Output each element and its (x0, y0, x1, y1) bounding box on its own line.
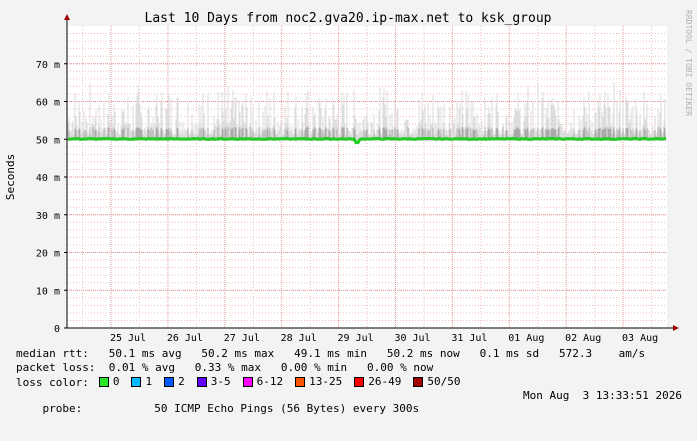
loss-color-swatch (164, 376, 175, 387)
y-tick-label: 30 m (36, 211, 60, 222)
loss-color-swatch (242, 376, 253, 387)
y-tick-label: 60 m (36, 98, 60, 109)
loss-color-swatch (196, 376, 207, 387)
grid (67, 26, 667, 328)
loss-color-range: 3-5 (210, 375, 231, 388)
loss-color-range: 2 (178, 375, 185, 388)
loss-color-range: 26-49 (368, 375, 402, 388)
loss-color-swatch (131, 376, 142, 387)
chart-title: Last 10 Days from noc2.gva20.ip-max.net … (145, 11, 552, 26)
watermark: RRDTOOL / TOBI OETIKER (684, 10, 693, 116)
loss-color-item: 6-12 (242, 375, 284, 388)
y-tick-label: 0 (54, 324, 60, 335)
loss-color-item: 26-49 (354, 375, 401, 388)
y-tick-label: 70 m (36, 60, 60, 71)
loss-color-range: 50/50 (427, 375, 461, 388)
probe-label: probe: (42, 402, 83, 415)
x-tick-label: 28 Jul (281, 333, 317, 344)
loss-color-range: 6-12 (256, 375, 284, 388)
packet-loss-stats: packet loss: 0.01 % avg 0.33 % max 0.00 … (16, 361, 434, 374)
x-tick-label: 30 Jul (394, 333, 430, 344)
y-tick-label: 20 m (36, 249, 60, 260)
y-axis-label: Seconds (4, 154, 17, 200)
loss-color-item: 1 (131, 375, 152, 388)
loss-color-item: 2 (164, 375, 185, 388)
loss-color-label: loss color: (16, 375, 89, 389)
x-tick-label: 25 Jul (110, 333, 146, 344)
x-axis-arrow (673, 325, 679, 331)
loss-color-swatch (295, 376, 306, 387)
graph-timestamp: Mon Aug 3 13:33:51 2026 (523, 389, 682, 402)
x-tick-label: 26 Jul (167, 333, 203, 344)
y-tick-labels: 0 10 m 20 m 30 m 40 m 50 m 60 m 70 m (36, 60, 60, 335)
x-tick-label: 03 Aug (622, 333, 658, 344)
median-rtt-stats: median rtt: 50.1 ms avg 50.2 ms max 49.1… (16, 347, 646, 360)
loss-color-range: 13-25 (309, 375, 343, 388)
loss-color-swatch (354, 376, 365, 387)
y-tick-label: 50 m (36, 135, 60, 146)
smokeping-graph: 0 10 m 20 m 30 m 40 m 50 m 60 m 70 m 25 Jul 26 J… (0, 0, 697, 415)
loss-color-item: 0 (98, 375, 120, 388)
loss-color-range: 1 (145, 375, 153, 388)
x-tick-label: 27 Jul (224, 333, 260, 344)
y-tick-label: 40 m (36, 173, 60, 184)
loss-color-swatch (413, 376, 424, 387)
x-tick-label: 31 Jul (451, 333, 487, 344)
probe-description: 50 ICMP Echo Pings (56 Bytes) every 300s (154, 402, 420, 415)
loss-color-legend: loss color: 0 1 2 3-5 6-12 13-25 26-49 50/50 (16, 375, 472, 390)
loss-color-item: 13-25 (295, 375, 342, 388)
loss-color-swatch (98, 376, 109, 387)
y-tick-label: 10 m (36, 286, 60, 297)
loss-color-range: 0 (112, 375, 120, 388)
x-tick-label: 29 Jul (338, 333, 374, 344)
x-tick-label: 02 Aug (565, 333, 601, 344)
y-axis-arrow (64, 14, 70, 20)
x-tick-label: 01 Aug (508, 333, 544, 344)
loss-color-item: 3-5 (196, 375, 231, 388)
x-tick-labels: 25 Jul 26 Jul 27 Jul 28 Jul 29 Jul 30 Jul 31 J… (110, 333, 658, 344)
probe-info: probe: 50 ICMP Echo Pings (56 Bytes) ever… (16, 389, 683, 441)
loss-color-item: 50/50 (413, 375, 460, 388)
